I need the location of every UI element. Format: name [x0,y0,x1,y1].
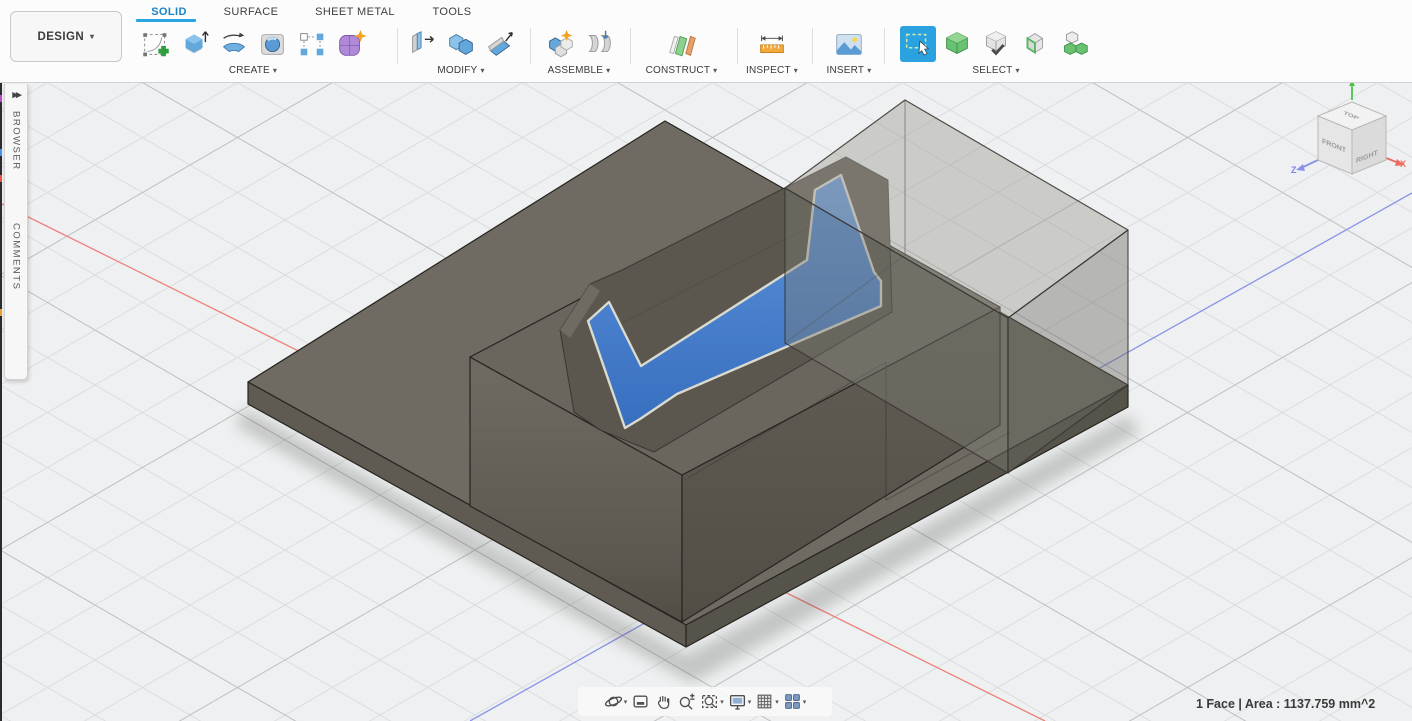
zoom-button[interactable] [677,692,696,711]
viewport-canvas[interactable]: TOP FRONT RIGHT Y Z X [0,0,1412,721]
group-separator [530,28,531,64]
new-component-button[interactable] [542,26,578,62]
window-edge-strip [0,83,2,721]
window-select-button[interactable] [900,26,936,62]
rectangular-pattern-button[interactable] [294,26,330,62]
create-sketch-button[interactable] [138,26,174,62]
ribbon-toolbar: DESIGN▾ SOLID SURFACE SHEET METAL TOOLS [0,0,1412,83]
select-dropdown[interactable]: SELECT ▾ [972,65,1019,76]
tab-solid[interactable]: SOLID [133,3,205,20]
press-pull-button[interactable] [404,26,440,62]
active-tab-indicator [136,19,196,22]
orbit-button[interactable]: ▾ [604,692,628,711]
modify-dropdown[interactable]: MODIFY ▾ [437,65,484,76]
create-dropdown[interactable]: CREATE ▾ [229,65,277,76]
tab-surface[interactable]: SURFACE [215,3,287,20]
chevron-down-icon: ▾ [606,65,611,75]
hole-button[interactable] [255,26,291,62]
assemble-dropdown[interactable]: ASSEMBLE ▾ [548,65,611,76]
tab-tools[interactable]: TOOLS [419,3,485,20]
chevron-down-icon: ▾ [867,65,872,75]
viewports-button[interactable]: ▾ [783,692,807,711]
window-zoom-button[interactable]: ▾ [700,692,724,711]
navigation-toolbar: ▾ ▾ ▾ ▾ ▾ [578,687,832,716]
chevron-down-icon: ▾ [623,698,628,706]
group-separator [737,28,738,64]
combine-button[interactable] [443,26,479,62]
tab-sheet-metal[interactable]: SHEET METAL [307,3,403,20]
chevron-down-icon: ▾ [720,698,724,706]
selection-status-text: 1 Face | Area : 1137.759 mm^2 [1196,697,1376,711]
chevron-down-icon: ▾ [480,65,485,75]
group-separator [812,28,813,64]
create-form-button[interactable] [333,26,369,62]
offset-plane-button[interactable] [664,26,700,62]
fusion-window: TOP FRONT RIGHT Y Z X ▸▸ BROWSER COMMENT… [0,0,1412,721]
chevron-down-icon: ▾ [747,698,752,706]
extrude-button[interactable] [177,26,213,62]
chevron-down-icon: ▾ [802,698,807,706]
select-body-button[interactable] [939,26,975,62]
construct-dropdown[interactable]: CONSTRUCT ▾ [646,65,718,76]
pan-button[interactable] [654,692,673,711]
z-axis-label: Z [1291,165,1297,175]
grid-settings-button[interactable]: ▾ [755,692,779,711]
chevron-down-icon: ▾ [713,65,718,75]
x-axis-label: X [1400,159,1406,169]
select-face-button[interactable] [1017,26,1053,62]
insert-image-button[interactable] [831,26,867,62]
group-separator [630,28,631,64]
inspect-dropdown[interactable]: INSPECT ▾ [746,65,798,76]
design-menu-button[interactable]: DESIGN ▾ [10,11,122,62]
browser-panel-tab[interactable]: BROWSER [11,111,22,171]
select-component-button[interactable] [1056,26,1092,62]
revolve-button[interactable] [216,26,252,62]
chevron-down-icon: ▾ [1015,65,1020,75]
insert-dropdown[interactable]: INSERT ▾ [827,65,872,76]
split-body-button[interactable] [482,26,518,62]
chevron-down-icon: ▾ [775,698,779,706]
select-filter-button[interactable] [978,26,1014,62]
joint-button[interactable] [581,26,617,62]
chevron-down-icon: ▾ [90,31,95,41]
look-at-button[interactable] [631,692,650,711]
group-separator [884,28,885,64]
chevron-down-icon: ▾ [272,65,278,75]
collapsed-side-panels: ▸▸ BROWSER COMMENTS [4,84,28,380]
comments-panel-tab[interactable]: COMMENTS [11,223,22,290]
chevron-down-icon: ▾ [793,65,798,75]
group-separator [397,28,398,64]
expand-panel-icon[interactable]: ▸▸ [12,88,21,101]
measure-button[interactable] [754,26,790,62]
display-settings-button[interactable]: ▾ [728,692,752,711]
